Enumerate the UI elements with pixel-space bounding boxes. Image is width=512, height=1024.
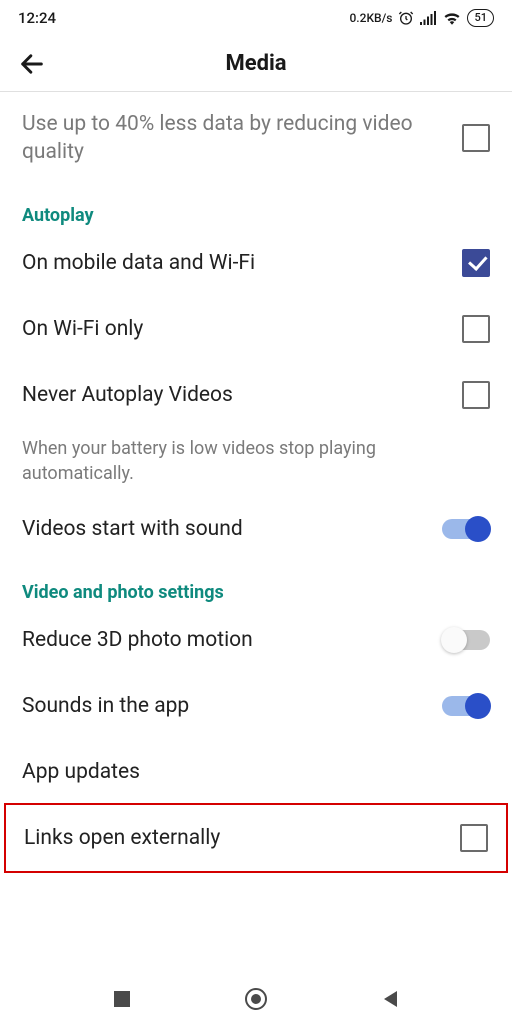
checkbox-autoplay-never[interactable] xyxy=(462,381,490,409)
label-links-external: Links open externally xyxy=(24,824,460,852)
status-right: 0.2KB/s 51 xyxy=(349,9,494,27)
row-app-updates[interactable]: App updates xyxy=(0,739,512,805)
label-reduce-3d: Reduce 3D photo motion xyxy=(22,626,442,654)
toggle-videos-sound[interactable] xyxy=(442,519,490,539)
status-bar: 12:24 0.2KB/s 51 xyxy=(0,0,512,36)
triangle-left-icon xyxy=(381,989,401,1009)
row-autoplay-wifi-only[interactable]: On Wi-Fi only xyxy=(0,296,512,362)
alarm-icon xyxy=(398,10,414,26)
toggle-reduce-3d[interactable] xyxy=(442,630,490,650)
checkbox-autoplay-mobile-wifi[interactable] xyxy=(462,249,490,277)
label-sounds-app: Sounds in the app xyxy=(22,692,442,720)
nav-home-button[interactable] xyxy=(243,986,269,1012)
arrow-left-icon xyxy=(18,50,46,78)
settings-list: Use up to 40% less data by reducing vide… xyxy=(0,92,512,929)
nav-recent-button[interactable] xyxy=(109,986,135,1012)
label-app-updates: App updates xyxy=(22,758,490,786)
checkbox-data-saver[interactable] xyxy=(462,124,490,152)
label-autoplay-mobile-wifi: On mobile data and Wi-Fi xyxy=(22,249,462,277)
section-video-photo: Video and photo settings xyxy=(0,562,512,607)
signal-icon xyxy=(420,11,437,25)
row-data-saver[interactable]: Use up to 40% less data by reducing vide… xyxy=(0,92,512,185)
label-autoplay-never: Never Autoplay Videos xyxy=(22,381,462,409)
wifi-icon xyxy=(443,11,461,25)
row-links-external[interactable]: Links open externally xyxy=(6,805,506,871)
app-header: Media xyxy=(0,36,512,92)
row-videos-sound[interactable]: Videos start with sound xyxy=(0,496,512,562)
row-reduce-3d[interactable]: Reduce 3D photo motion xyxy=(0,607,512,673)
highlighted-row: Links open externally xyxy=(4,803,508,873)
label-data-saver: Use up to 40% less data by reducing vide… xyxy=(22,110,462,167)
data-rate: 0.2KB/s xyxy=(349,11,392,25)
page-title: Media xyxy=(50,51,462,76)
row-autoplay-never[interactable]: Never Autoplay Videos xyxy=(0,362,512,428)
row-sounds-app[interactable]: Sounds in the app xyxy=(0,673,512,739)
label-autoplay-wifi-only: On Wi-Fi only xyxy=(22,315,462,343)
row-autoplay-mobile-wifi[interactable]: On mobile data and Wi-Fi xyxy=(0,230,512,296)
section-autoplay: Autoplay xyxy=(0,185,512,230)
battery-indicator: 51 xyxy=(467,9,494,27)
checkbox-autoplay-wifi-only[interactable] xyxy=(462,315,490,343)
square-icon xyxy=(113,990,131,1008)
autoplay-help-text: When your battery is low videos stop pla… xyxy=(0,428,512,496)
nav-back-button[interactable] xyxy=(378,986,404,1012)
label-videos-sound: Videos start with sound xyxy=(22,515,442,543)
circle-icon xyxy=(244,987,268,1011)
status-time: 12:24 xyxy=(18,9,56,27)
checkbox-links-external[interactable] xyxy=(460,824,488,852)
back-button[interactable] xyxy=(14,46,50,82)
system-nav-bar xyxy=(0,974,512,1024)
toggle-sounds-app[interactable] xyxy=(442,696,490,716)
